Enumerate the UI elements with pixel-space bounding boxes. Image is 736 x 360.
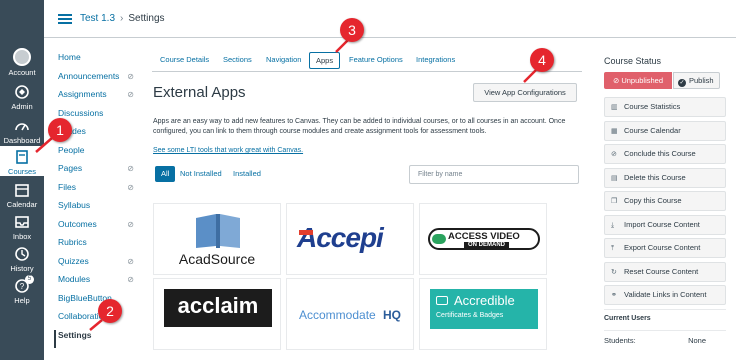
callout-3: 3 xyxy=(340,18,364,42)
callout-4: 4 xyxy=(530,48,554,72)
callout-1: 1 xyxy=(48,118,72,142)
callout-2: 2 xyxy=(98,299,122,323)
